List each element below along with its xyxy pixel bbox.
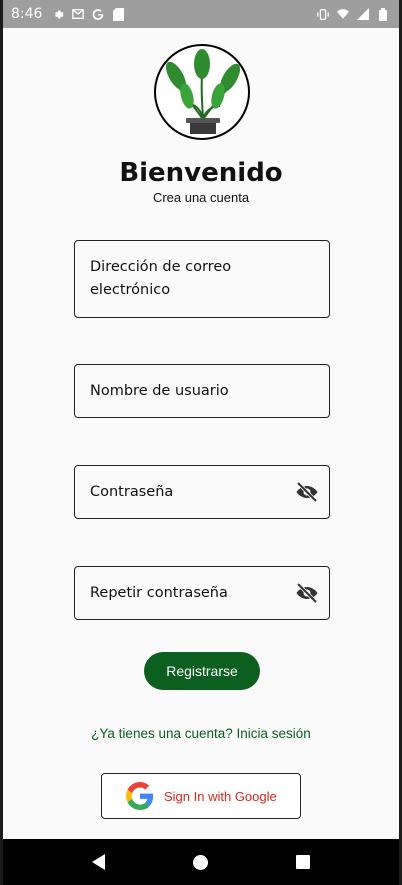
- sd-card-icon: [112, 7, 124, 21]
- signal-icon: [357, 8, 369, 20]
- google-icon: [92, 8, 104, 20]
- email-field-label: Dirección de correo electrónico: [90, 259, 232, 298]
- gear-icon: [52, 8, 64, 20]
- wifi-icon: [337, 8, 349, 20]
- status-bar: 8:46: [3, 0, 399, 28]
- repeat-password-field[interactable]: Repetir contraseña: [74, 566, 330, 620]
- gmail-icon: [72, 8, 85, 20]
- recent-apps-icon[interactable]: [296, 855, 310, 869]
- username-field[interactable]: Nombre de usuario: [74, 364, 330, 418]
- status-right-icons: [317, 7, 389, 21]
- password-field[interactable]: Contraseña: [74, 465, 330, 519]
- google-sign-in-button[interactable]: Sign In with Google: [101, 773, 301, 819]
- plant-logo: [154, 44, 250, 140]
- page-subtitle: Crea una cuenta: [152, 190, 250, 205]
- password-field-label: Contraseña: [90, 483, 174, 500]
- visibility-off-icon[interactable]: [295, 480, 319, 504]
- google-logo-icon: [126, 782, 154, 810]
- status-time: 8:46: [11, 6, 43, 22]
- email-field[interactable]: Dirección de correo electrónico: [74, 240, 330, 318]
- vibrate-icon: [317, 8, 329, 20]
- status-left-icons: [52, 7, 124, 21]
- repeat-password-field-label: Repetir contraseña: [90, 584, 228, 601]
- battery-icon: [377, 7, 389, 21]
- page-title: Bienvenido: [119, 158, 283, 188]
- back-icon[interactable]: [92, 854, 105, 870]
- navigation-bar: [3, 839, 399, 885]
- google-sign-in-label: Sign In with Google: [164, 788, 277, 804]
- visibility-off-icon[interactable]: [295, 581, 319, 605]
- register-button[interactable]: Registrarse: [144, 652, 260, 690]
- username-field-label: Nombre de usuario: [90, 382, 229, 399]
- app-screen: 8:46 Bienvenido Crea una cuenta Direcció…: [0, 0, 402, 885]
- home-icon[interactable]: [193, 854, 208, 870]
- login-link[interactable]: ¿Ya tienes una cuenta? Inicia sesión: [3, 726, 399, 741]
